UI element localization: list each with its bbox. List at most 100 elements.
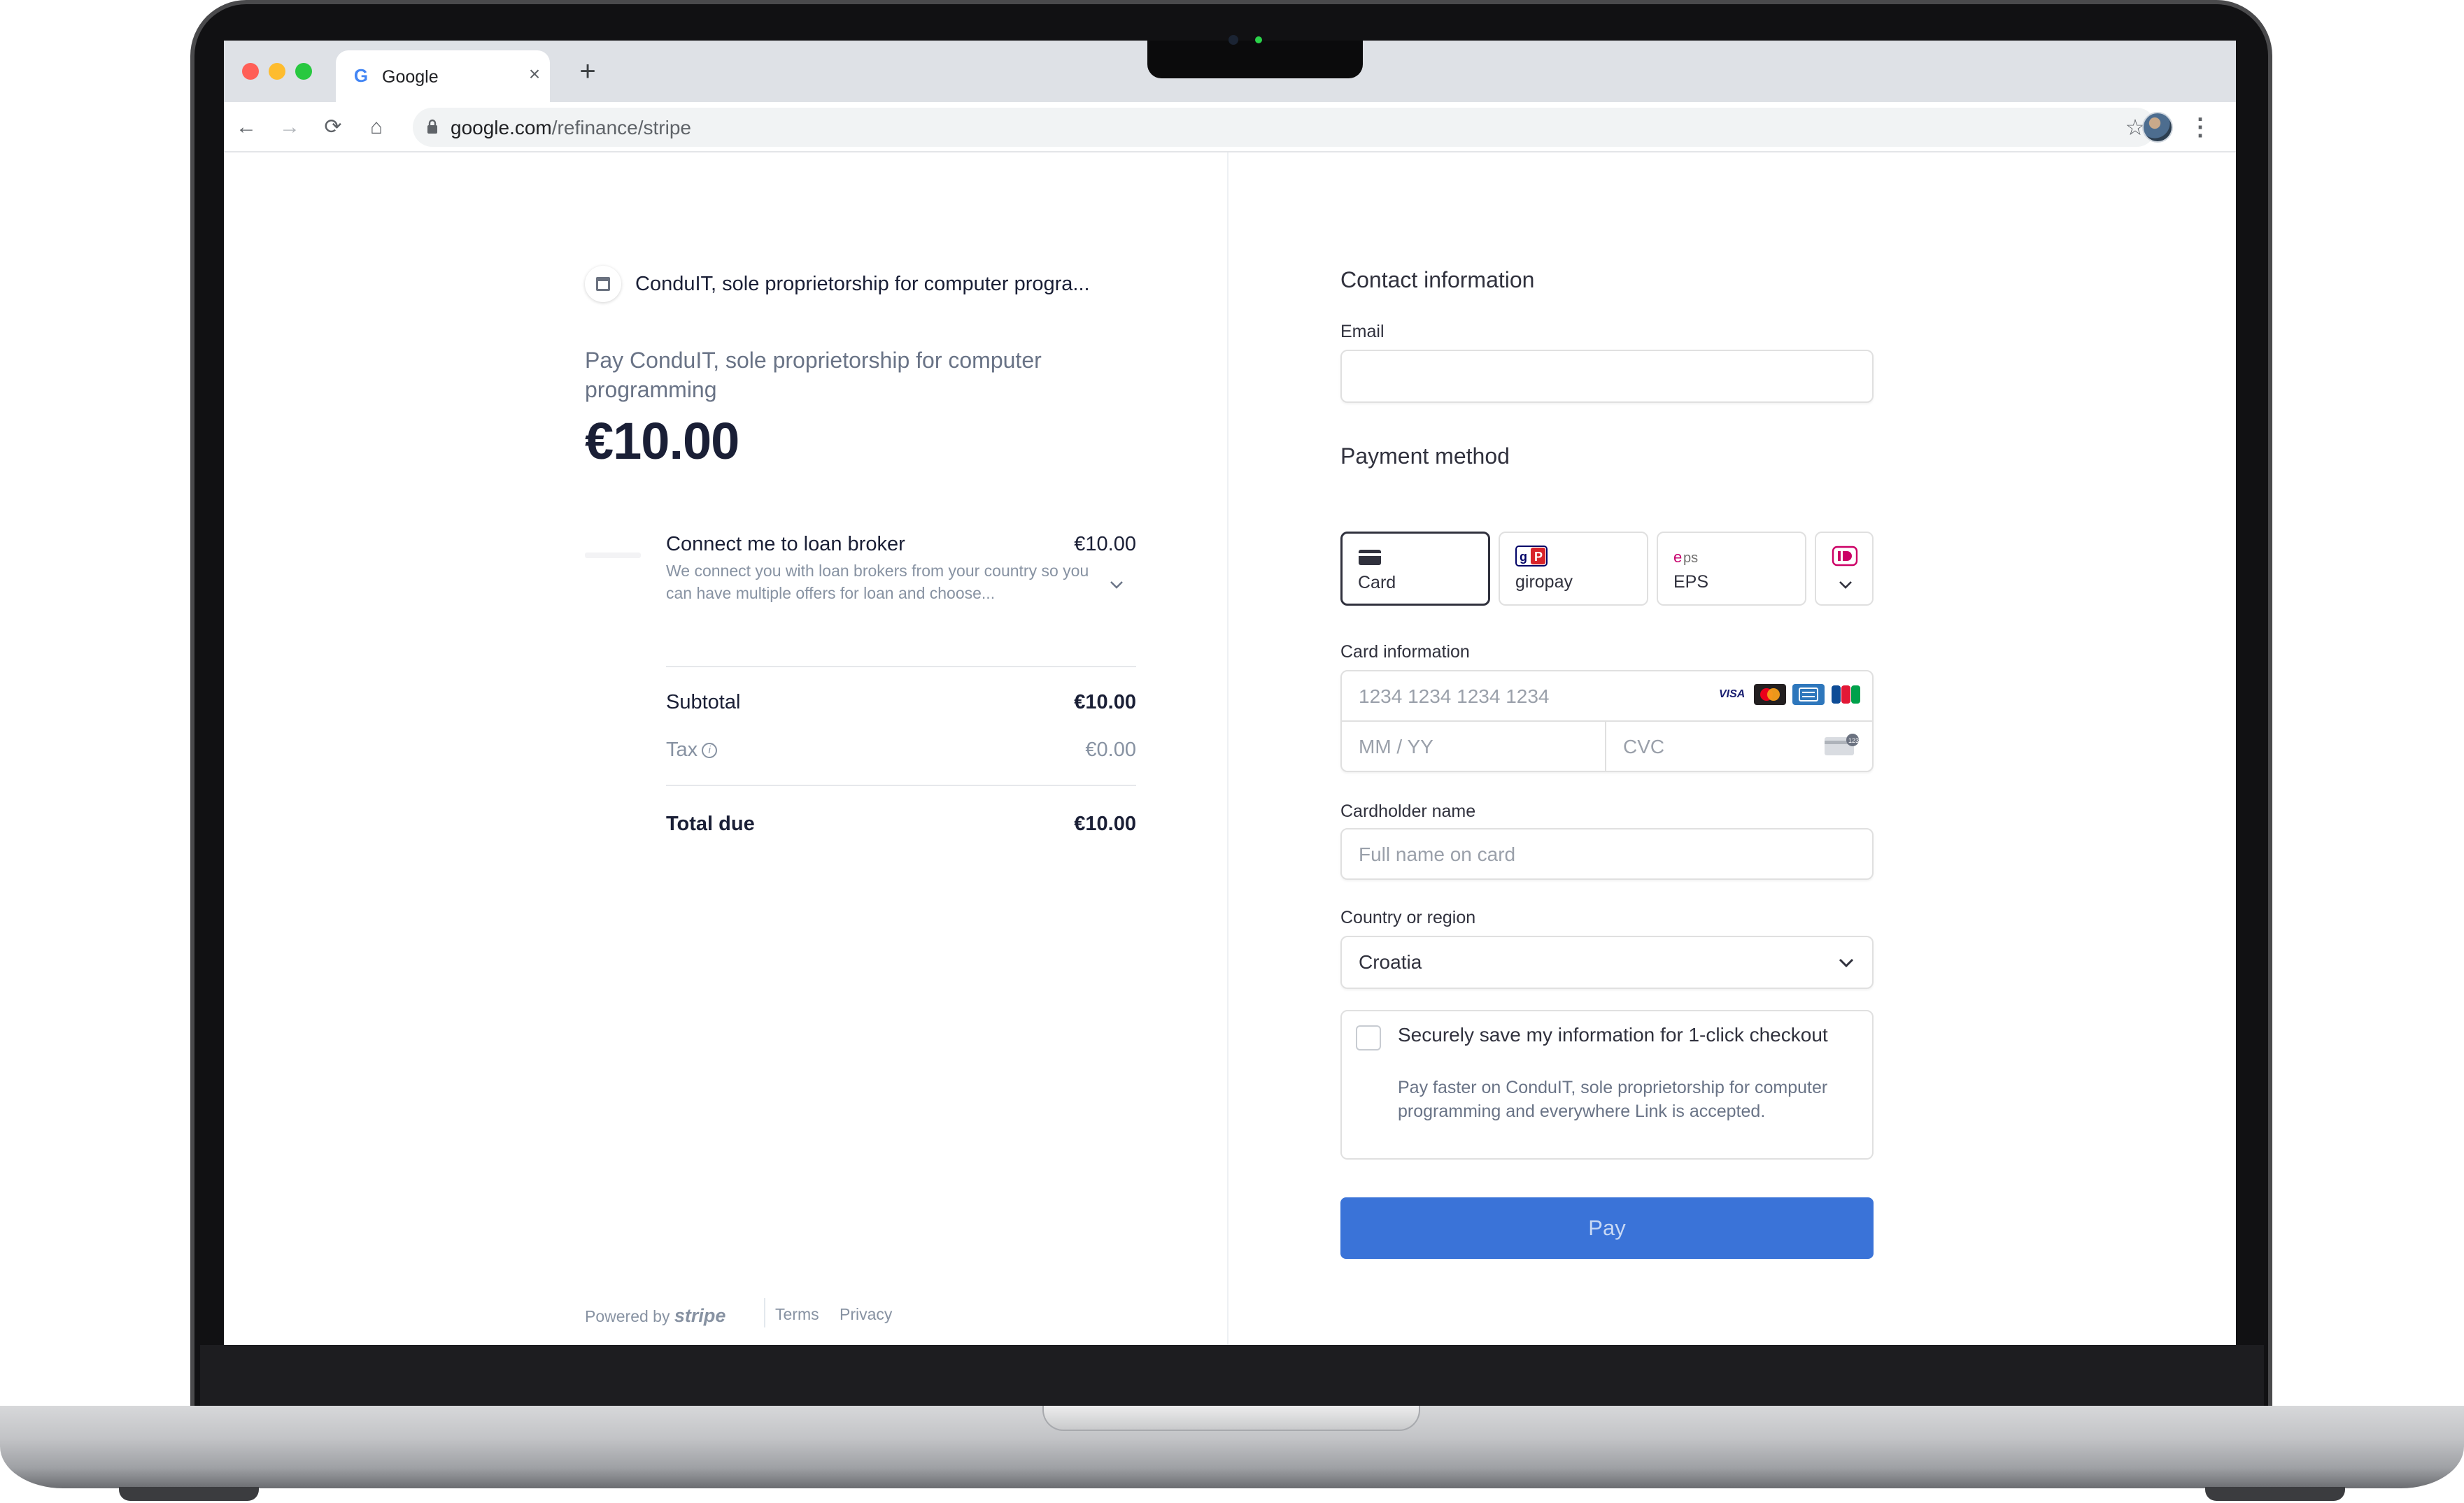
- giropay-icon: g P: [1515, 546, 1548, 567]
- payment-method-card[interactable]: Card: [1340, 532, 1490, 606]
- url-host: google.com: [451, 117, 552, 138]
- window-minimize-icon[interactable]: [269, 63, 285, 80]
- save-info-title: Securely save my information for 1-click…: [1398, 1024, 1828, 1046]
- screen: G Google × + ← → ⟳ ⌂ google.com/refinanc…: [224, 41, 2236, 1345]
- total-row: Total due €10.00: [666, 813, 1136, 841]
- tax-row: Tax i €0.00: [666, 739, 1136, 767]
- tax-label: Tax: [666, 739, 698, 761]
- close-icon[interactable]: ×: [523, 63, 546, 85]
- cardholder-placeholder: Full name on card: [1359, 843, 1516, 865]
- payment-method-label: EPS: [1673, 572, 1709, 592]
- kebab-icon[interactable]: ⋮: [2188, 112, 2212, 143]
- card-information-group: 1234 1234 1234 1234 VISA MM / YY CVC 123: [1340, 670, 1874, 772]
- store-icon: [585, 266, 621, 302]
- line-item: Connect me to loan broker €10.00 We conn…: [585, 532, 1136, 608]
- merchant-name: ConduIT, sole proprietorship for compute…: [635, 273, 1090, 295]
- terms-link[interactable]: Terms: [775, 1305, 819, 1324]
- url-text: google.com/refinance/stripe: [451, 117, 691, 139]
- order-summary-pane: ConduIT, sole proprietorship for compute…: [224, 152, 1229, 1345]
- info-icon[interactable]: i: [702, 743, 718, 759]
- reload-icon[interactable]: ⟳: [318, 112, 348, 143]
- link-save-info-box: Securely save my information for 1-click…: [1340, 1010, 1874, 1160]
- laptop-foot-right: [2205, 1487, 2345, 1501]
- forward-icon[interactable]: →: [274, 112, 305, 143]
- mastercard-icon: [1754, 684, 1787, 705]
- cvc-input[interactable]: CVC 123: [1606, 722, 1872, 772]
- cardholder-name-input[interactable]: Full name on card: [1340, 828, 1874, 880]
- svg-text:P: P: [1534, 550, 1543, 564]
- save-info-checkbox[interactable]: [1356, 1025, 1381, 1050]
- window-maximize-icon[interactable]: [295, 63, 312, 80]
- cardholder-label: Cardholder name: [1340, 802, 1476, 821]
- divider: [666, 785, 1136, 786]
- browser-toolbar: ← → ⟳ ⌂ google.com/refinance/stripe ☆ ⋮: [224, 102, 2236, 152]
- plus-icon[interactable]: +: [574, 57, 602, 87]
- save-info-description: Pay faster on ConduIT, sole proprietorsh…: [1398, 1078, 1828, 1121]
- cvc-placeholder: CVC: [1623, 736, 1665, 757]
- svg-text:g: g: [1520, 550, 1527, 564]
- payment-method-eps[interactable]: e ps EPS: [1657, 532, 1806, 606]
- address-bar[interactable]: google.com/refinance/stripe ☆: [413, 108, 2156, 147]
- footer-divider: [764, 1298, 765, 1327]
- avatar[interactable]: [2142, 112, 2173, 143]
- jcb-icon: [1830, 684, 1862, 705]
- payment-form-pane: Contact information Email Payment method…: [1229, 152, 2236, 1345]
- subtotal-value: €10.00: [1074, 691, 1136, 713]
- pay-to-label: Pay ConduIT, sole proprietorship for com…: [585, 348, 1042, 402]
- subtotal-row: Subtotal €10.00: [666, 691, 1136, 719]
- item-description: We connect you with loan brokers from yo…: [666, 562, 1089, 602]
- payment-method-label: giropay: [1515, 572, 1573, 592]
- total-value: €10.00: [1074, 813, 1136, 835]
- chevron-down-icon: [1839, 581, 1852, 589]
- country-select[interactable]: Croatia: [1340, 936, 1874, 989]
- divider: [666, 666, 1136, 667]
- contact-title: Contact information: [1340, 267, 1535, 292]
- card-number-input[interactable]: 1234 1234 1234 1234 VISA: [1342, 671, 1872, 722]
- back-icon[interactable]: ←: [231, 112, 262, 143]
- card-brand-icons: VISA: [1713, 684, 1862, 705]
- tab-title: Google: [382, 67, 439, 87]
- item-price: €10.00: [1074, 533, 1136, 555]
- chevron-down-icon: [1839, 958, 1854, 968]
- country-label: Country or region: [1340, 908, 1476, 927]
- amex-icon: [1792, 684, 1825, 705]
- laptop-chin: [200, 1345, 2264, 1409]
- more-payment-methods[interactable]: [1815, 532, 1874, 606]
- subtotal-label: Subtotal: [666, 691, 741, 713]
- email-field[interactable]: [1340, 350, 1874, 403]
- stripe-logo: stripe: [674, 1305, 726, 1326]
- item-name: Connect me to loan broker: [666, 533, 905, 555]
- url-path: /refinance/stripe: [551, 117, 691, 138]
- payment-method-giropay[interactable]: g P giropay: [1499, 532, 1648, 606]
- card-icon: [1359, 550, 1381, 565]
- payment-method-title: Payment method: [1340, 443, 1510, 469]
- email-label: Email: [1340, 322, 1385, 341]
- laptop-lid-notch: [1042, 1406, 1420, 1431]
- pay-button[interactable]: Pay: [1340, 1197, 1874, 1259]
- laptop-foot-left: [119, 1487, 259, 1501]
- total-amount: €10.00: [585, 412, 739, 470]
- expiry-placeholder: MM / YY: [1359, 736, 1433, 757]
- expiry-input[interactable]: MM / YY: [1342, 722, 1606, 772]
- home-icon[interactable]: ⌂: [361, 112, 392, 143]
- svg-text:e: e: [1673, 548, 1682, 566]
- powered-by-stripe[interactable]: Powered by stripe: [585, 1305, 725, 1327]
- card-number-placeholder: 1234 1234 1234 1234: [1359, 685, 1550, 707]
- total-label: Total due: [666, 813, 755, 835]
- browser-tab[interactable]: G Google ×: [336, 50, 550, 102]
- window-close-icon[interactable]: [242, 63, 259, 80]
- product-thumbnail: [585, 553, 641, 558]
- checkout-page: ConduIT, sole proprietorship for compute…: [224, 152, 2236, 1345]
- visa-icon: VISA: [1715, 684, 1748, 705]
- chevron-down-icon[interactable]: [1107, 575, 1126, 594]
- camera-icon: [1229, 35, 1238, 45]
- privacy-link[interactable]: Privacy: [840, 1305, 892, 1324]
- camera-led-icon: [1255, 36, 1262, 43]
- country-value: Croatia: [1359, 951, 1422, 973]
- powered-by-label: Powered by: [585, 1307, 670, 1325]
- merchant-header[interactable]: ConduIT, sole proprietorship for compute…: [585, 264, 1145, 304]
- svg-text:ps: ps: [1683, 550, 1698, 566]
- svg-text:123: 123: [1848, 737, 1859, 744]
- payment-method-label: Card: [1358, 573, 1396, 592]
- lock-icon: [427, 119, 437, 134]
